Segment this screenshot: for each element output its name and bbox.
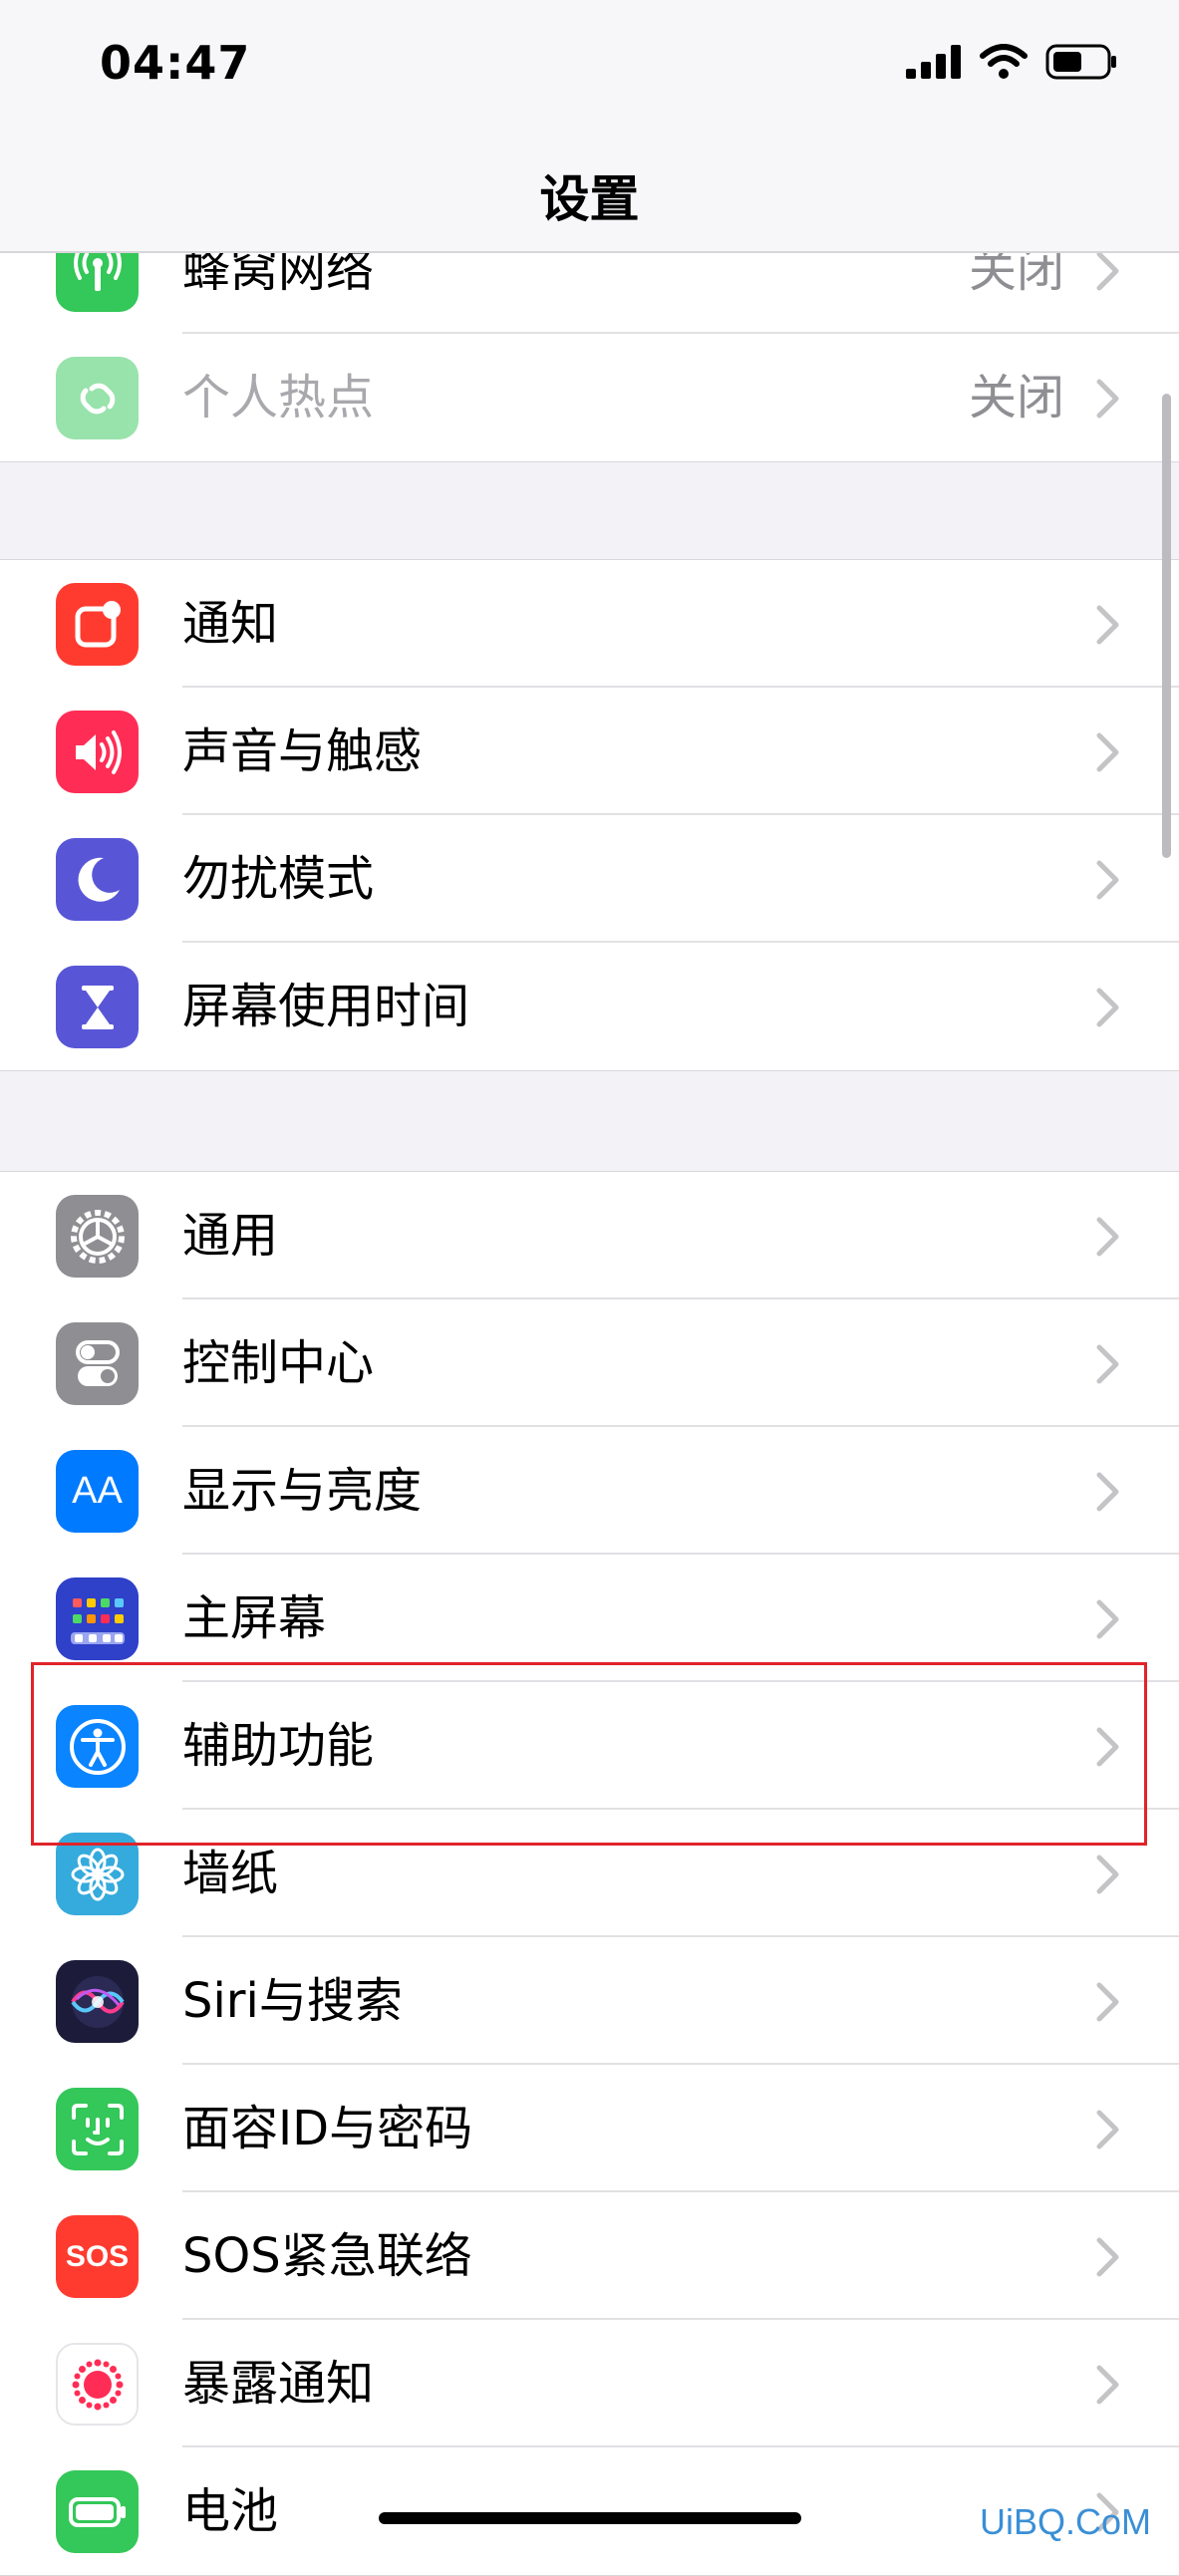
watermark: UiBQ.CoM [979,2501,1151,2542]
row-label: 控制中心 [182,1335,375,1391]
chevron-right-icon [1096,379,1119,419]
settings-row-hotspot[interactable]: 个人热点 关闭 [0,334,1179,461]
section-notifications: 通知 声音与触感 勿扰模式 屏幕使用时间 [0,559,1179,1071]
row-label: 主屏幕 [182,1590,327,1646]
settings-row-sounds[interactable]: 声音与触感 [0,688,1179,815]
chevron-right-icon [1096,251,1119,291]
section-general: 通用 控制中心 AA 显示与亮度 主屏幕 辅助功能 墙纸 Siri与搜索 面容I… [0,1171,1179,2576]
toggles-icon [56,1322,139,1405]
row-label: 声音与触感 [182,723,423,779]
settings-row-siri[interactable]: Siri与搜索 [0,1937,1179,2065]
battery-status-icon [1045,44,1116,80]
home-indicator[interactable] [379,2512,801,2524]
chevron-right-icon [1096,1982,1119,2022]
row-label: 勿扰模式 [182,851,375,907]
status-bar: 04:47 [0,0,1179,130]
row-value: 关闭 [968,370,1064,426]
chevron-right-icon [1096,605,1119,645]
scrollbar[interactable] [1162,394,1171,858]
wallpaper-icon [56,1833,139,1915]
row-label: 通知 [182,596,279,652]
chevron-right-icon [1096,988,1119,1027]
notifications-icon [56,583,139,666]
wifi-icon [980,44,1028,79]
chevron-right-icon [1096,2237,1119,2277]
row-label: 暴露通知 [182,2356,375,2412]
row-label: SOS紧急联络 [182,2228,472,2284]
navigation-bar: 设置 [0,130,1179,253]
hotspot-icon [56,357,139,439]
chevron-right-icon [1096,1344,1119,1384]
display-icon: AA [56,1450,139,1533]
sos-icon: SOS [56,2215,139,2298]
settings-row-screen-time[interactable]: 屏幕使用时间 [0,943,1179,1070]
chevron-right-icon [1096,2110,1119,2149]
signal-icon [906,45,961,79]
row-label: Siri与搜索 [182,1973,403,2029]
home-screen-icon [56,1577,139,1660]
row-label: 通用 [182,1208,279,1264]
row-label: 辅助功能 [182,1718,375,1774]
settings-row-general[interactable]: 通用 [0,1172,1179,1299]
sos-icon-glyph: SOS [65,2239,130,2273]
status-time: 04:47 [100,36,251,90]
settings-row-face-id[interactable]: 面容ID与密码 [0,2065,1179,2192]
chevron-right-icon [1096,732,1119,772]
settings-row-notifications[interactable]: 通知 [0,560,1179,688]
exposure-icon [56,2343,139,2426]
settings-row-display[interactable]: AA 显示与亮度 [0,1427,1179,1555]
display-icon-glyph: AA [72,1470,123,1512]
settings-row-sos[interactable]: SOS SOS紧急联络 [0,2192,1179,2320]
chevron-right-icon [1096,1855,1119,1894]
row-label: 面容ID与密码 [182,2101,473,2156]
moon-icon [56,838,139,921]
settings-row-exposure[interactable]: 暴露通知 [0,2320,1179,2447]
settings-row-wallpaper[interactable]: 墙纸 [0,1810,1179,1937]
gear-icon [56,1195,139,1278]
chevron-right-icon [1096,1727,1119,1767]
settings-row-dnd[interactable]: 勿扰模式 [0,815,1179,943]
settings-row-control-center[interactable]: 控制中心 [0,1299,1179,1427]
page-title: 设置 [539,170,640,228]
row-label: 电池 [182,2483,279,2539]
settings-row-home-screen[interactable]: 主屏幕 [0,1555,1179,1682]
chevron-right-icon [1096,1472,1119,1512]
siri-icon [56,1960,139,2043]
chevron-right-icon [1096,860,1119,900]
row-label: 屏幕使用时间 [182,979,470,1034]
chevron-right-icon [1096,2365,1119,2405]
accessibility-icon [56,1705,139,1788]
row-label: 显示与亮度 [182,1463,423,1519]
settings-row-accessibility[interactable]: 辅助功能 [0,1682,1179,1810]
face-id-icon [56,2088,139,2170]
chevron-right-icon [1096,1217,1119,1257]
sound-icon [56,711,139,793]
chevron-right-icon [1096,1599,1119,1639]
status-icons [906,44,1117,80]
row-label: 个人热点 [182,370,375,426]
row-label: 墙纸 [182,1846,279,1901]
battery-icon [56,2470,139,2553]
hourglass-icon [56,966,139,1048]
